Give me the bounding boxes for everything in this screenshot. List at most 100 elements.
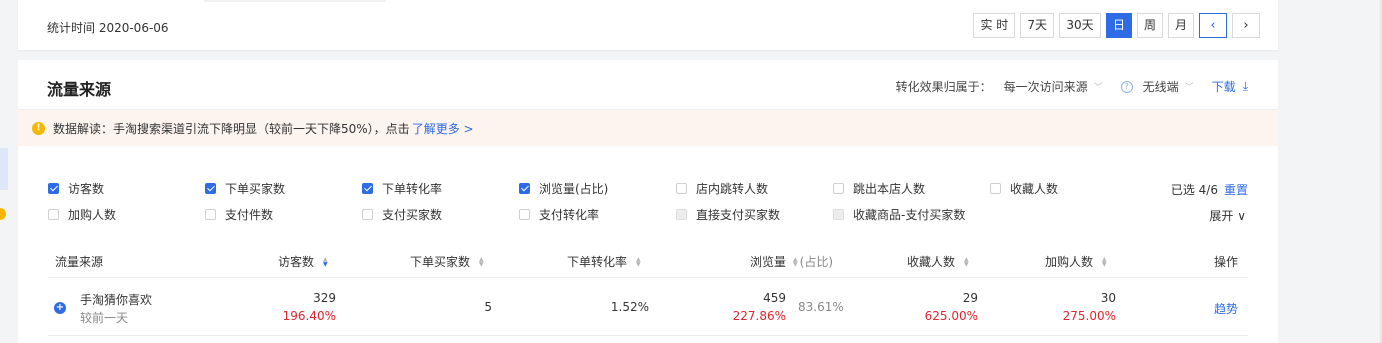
download-button[interactable]: 下载 ⤓ [1212, 78, 1248, 95]
col-favorites[interactable]: 收藏人数 ▲ ▼ [907, 253, 969, 270]
col-visitors-label: 访客数 [278, 255, 315, 269]
metric-checkbox[interactable] [362, 183, 373, 194]
metric-option[interactable]: 下单买家数 [205, 180, 362, 197]
attribution-dropdown[interactable]: 每一次访问来源 ﹀ [1004, 78, 1103, 95]
metric-option[interactable]: 店内跳转人数 [676, 180, 833, 197]
col-order-rate-label: 下单转化率 [567, 255, 628, 269]
chevron-down-icon: ﹀ [1184, 83, 1194, 93]
sort-icon[interactable]: ▲ ▼ [479, 256, 484, 267]
sort-icon[interactable]: ▲ ▼ [793, 256, 798, 267]
compare-label: 较前一天 [80, 311, 129, 325]
metric-label: 收藏人数 [1010, 182, 1059, 196]
sort-icon[interactable]: ▲ ▼ [964, 256, 969, 267]
left-nav-dot [0, 208, 6, 220]
favorites-change: 625.00% [924, 309, 978, 323]
visitors-value: 329 [313, 291, 336, 305]
col-order-buyers[interactable]: 下单买家数 ▲ ▼ [410, 253, 484, 270]
period-7d-button[interactable]: 7天 [1020, 13, 1054, 38]
terminal-dropdown[interactable]: 无线端 ﹀ [1143, 78, 1194, 95]
sort-icon[interactable]: ▲ ▼ [323, 256, 328, 267]
metric-checkbox [676, 209, 687, 220]
period-week-button[interactable]: 周 [1136, 13, 1163, 38]
metric-checkbox[interactable] [205, 183, 216, 194]
metric-checkbox[interactable] [676, 183, 687, 194]
col-order-rate[interactable]: 下单转化率 ▲ ▼ [567, 253, 641, 270]
learn-more-link[interactable]: 了解更多 > [412, 120, 474, 137]
chevron-down-icon: ﹀ [1093, 83, 1103, 93]
expand-button[interactable]: 展开 ∨ [1209, 207, 1246, 224]
sort-icon[interactable]: ▲ ▼ [1102, 256, 1107, 267]
cart-cell: 30 275.00% [1063, 291, 1116, 323]
metric-option: 直接支付买家数 [676, 206, 833, 223]
help-icon[interactable]: ? [1120, 80, 1133, 93]
metric-checkbox[interactable] [519, 183, 530, 194]
metric-option[interactable]: 加购人数 [48, 206, 205, 223]
prev-date-button[interactable]: ‹ [1199, 13, 1227, 38]
metric-option[interactable]: 支付件数 [205, 206, 362, 223]
selected-text: 已选 4/6 [1170, 183, 1218, 197]
expand-row-icon[interactable]: + [54, 302, 66, 314]
period-realtime-button[interactable]: 实 时 [973, 13, 1016, 38]
metric-checkbox[interactable] [48, 183, 59, 194]
stat-time: 统计时间 2020-06-06 [47, 21, 169, 35]
metric-checkbox[interactable] [990, 183, 1001, 194]
metric-label: 支付买家数 [382, 208, 443, 222]
metric-label: 支付件数 [225, 208, 274, 222]
metric-option[interactable]: 支付转化率 [519, 206, 676, 223]
col-visitors[interactable]: 访客数 ▲ ▼ [278, 253, 328, 270]
metric-row-1: 访客数 下单买家数 下单转化率 浏览量(占比) 店内跳转人数 跳出本店人数 收藏人数 [48, 180, 1147, 197]
metric-checkbox[interactable] [362, 209, 373, 220]
insight-text: 数据解读：手淘搜索渠道引流下降明显（较前一天下降50%），点击 [53, 121, 410, 136]
col-cart[interactable]: 加购人数 ▲ ▼ [1045, 253, 1107, 270]
order-buyers-cell: 5 [484, 300, 492, 314]
trend-link[interactable]: 趋势 [1214, 300, 1238, 317]
period-selector: 实 时 7天 30天 日 周 月 ‹ › [973, 13, 1260, 38]
pageviews-ratio: 83.61% [798, 300, 844, 314]
metric-checkbox[interactable] [205, 209, 216, 220]
metric-label: 访客数 [68, 182, 105, 196]
metric-label: 直接支付买家数 [696, 208, 781, 222]
chevron-left-icon: ‹ [1210, 18, 1216, 33]
sort-icon[interactable]: ▲ ▼ [636, 256, 641, 267]
left-nav-highlight [0, 148, 8, 190]
chevron-right-icon: › [1243, 18, 1249, 33]
selected-count: 已选 4/6 重置 [1171, 181, 1248, 198]
period-30d-button[interactable]: 30天 [1058, 13, 1101, 38]
metric-label: 支付转化率 [539, 208, 600, 222]
pageviews-value: 459 [763, 291, 786, 305]
next-date-button[interactable]: › [1232, 13, 1260, 38]
metric-checkbox[interactable] [833, 183, 844, 194]
metric-label: 下单转化率 [382, 182, 443, 196]
favorites-value: 29 [962, 291, 978, 305]
col-order-buyers-label: 下单买家数 [410, 255, 471, 269]
warning-icon: ! [32, 121, 45, 135]
col-cart-label: 加购人数 [1045, 255, 1094, 269]
visitors-change: 196.40% [282, 309, 336, 323]
metric-checkbox[interactable] [519, 209, 530, 220]
col-pageviews-label: 浏览量 [750, 255, 787, 269]
metric-option[interactable]: 浏览量(占比) [519, 180, 676, 197]
terminal-value: 无线端 [1142, 80, 1179, 94]
source-name: 手淘猜你喜欢 [80, 293, 153, 307]
metric-option: 收藏商品-支付买家数 [833, 206, 990, 223]
cart-change: 275.00% [1062, 309, 1116, 323]
period-day-button[interactable]: 日 [1105, 13, 1132, 38]
metric-option[interactable]: 收藏人数 [990, 180, 1147, 197]
metric-option[interactable]: 支付买家数 [362, 206, 519, 223]
reset-button[interactable]: 重置 [1224, 183, 1248, 197]
metric-option[interactable]: 访客数 [48, 180, 205, 197]
date-bar: 统计时间 2020-06-06 实 时 7天 30天 日 周 月 ‹ › [18, 0, 1278, 50]
metric-option[interactable]: 跳出本店人数 [833, 180, 990, 197]
period-month-button[interactable]: 月 [1167, 13, 1194, 38]
table-row: + 手淘猜你喜欢 较前一天 329 196.40% 5 1.52% 459 22… [48, 278, 1248, 336]
section-title: 流量来源 [47, 80, 112, 99]
metric-checkbox[interactable] [48, 209, 59, 220]
order-rate-cell: 1.52% [610, 300, 649, 314]
metric-option[interactable]: 下单转化率 [362, 180, 519, 197]
download-label: 下载 [1211, 80, 1236, 94]
col-pageviews[interactable]: 浏览量 ▲ ▼ (占比) [750, 253, 833, 270]
table-header: 流量来源 访客数 ▲ ▼ 下单买家数 ▲ ▼ 下单转化率 ▲ ▼ 浏览量 ▲ ▼ (占比… [48, 243, 1248, 278]
metric-label: 跳出本店人数 [853, 182, 926, 196]
pageviews-change: 227.86% [732, 309, 786, 323]
visitors-cell: 329 196.40% [283, 291, 336, 323]
